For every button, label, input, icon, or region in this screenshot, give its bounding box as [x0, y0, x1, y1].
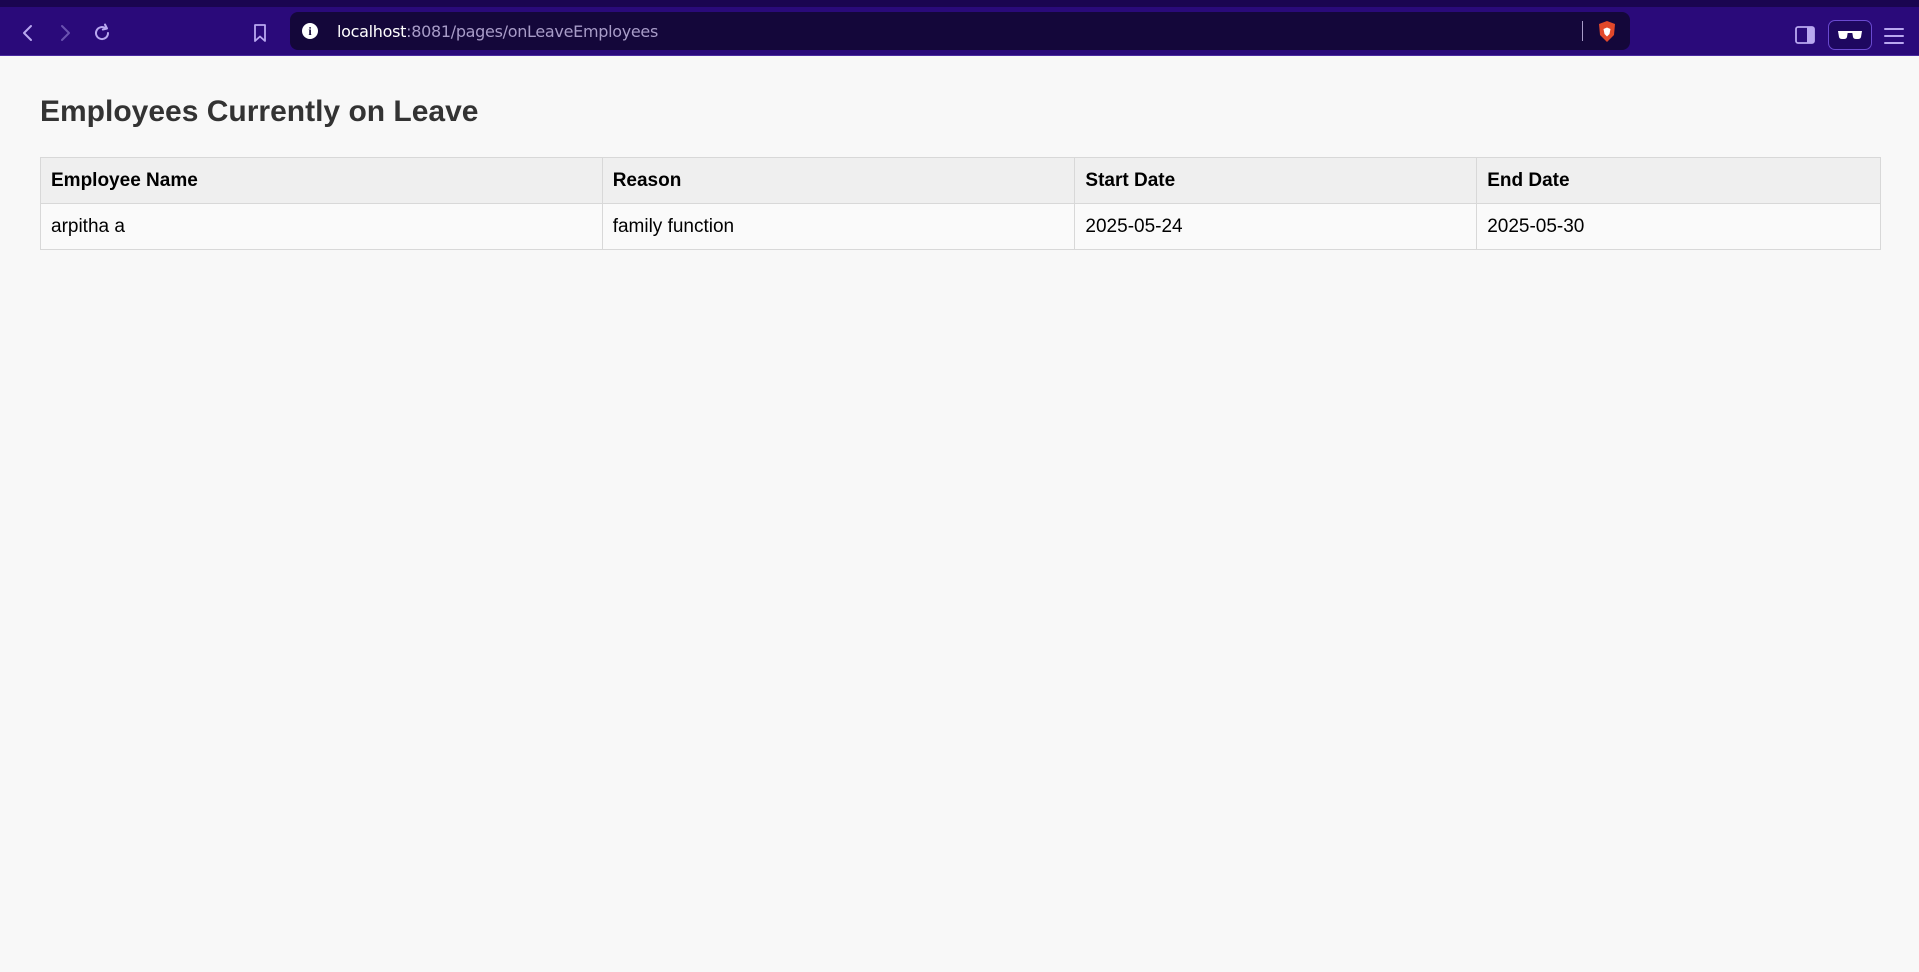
table-row: arpitha a family function 2025-05-24 202…	[40, 203, 1881, 250]
header-reason: Reason	[601, 157, 1076, 204]
header-end-date: End Date	[1476, 157, 1881, 204]
hamburger-menu-icon[interactable]	[1883, 27, 1905, 45]
url-divider	[1582, 21, 1583, 41]
chevron-left-icon	[23, 25, 32, 41]
url-path: :8081/pages/onLeaveEmployees	[406, 22, 659, 41]
cell-employee-name: arpitha a	[40, 203, 603, 250]
header-start-date: Start Date	[1074, 157, 1478, 204]
brave-shield-icon[interactable]	[1596, 20, 1618, 44]
bookmark-button[interactable]	[246, 19, 274, 47]
bookmark-icon	[254, 24, 266, 42]
sidebar-icon[interactable]	[1795, 26, 1815, 44]
cell-reason: family function	[601, 203, 1076, 250]
chevron-right-icon	[61, 25, 70, 41]
url-text[interactable]: localhost:8081/pages/onLeaveEmployees	[337, 22, 658, 41]
cell-end-date: 2025-05-30	[1476, 203, 1881, 250]
address-bar[interactable]: i localhost:8081/pages/onLeaveEmployees	[290, 12, 1630, 50]
reload-icon	[95, 23, 110, 41]
url-host: localhost	[337, 22, 407, 41]
cell-start-date: 2025-05-24	[1074, 203, 1478, 250]
page-title: Employees Currently on Leave	[40, 95, 479, 128]
private-window-button[interactable]	[1828, 20, 1872, 50]
reload-button[interactable]	[88, 19, 116, 47]
info-icon[interactable]: i	[302, 23, 318, 39]
back-button[interactable]	[14, 19, 42, 47]
glasses-icon	[1838, 31, 1862, 39]
table-header-row: Employee Name Reason Start Date End Date	[40, 157, 1881, 204]
header-employee-name: Employee Name	[40, 157, 603, 204]
browser-toolbar: i localhost:8081/pages/onLeaveEmployees	[0, 0, 1919, 56]
leave-table: Employee Name Reason Start Date End Date…	[40, 157, 1881, 250]
forward-button[interactable]	[51, 19, 79, 47]
